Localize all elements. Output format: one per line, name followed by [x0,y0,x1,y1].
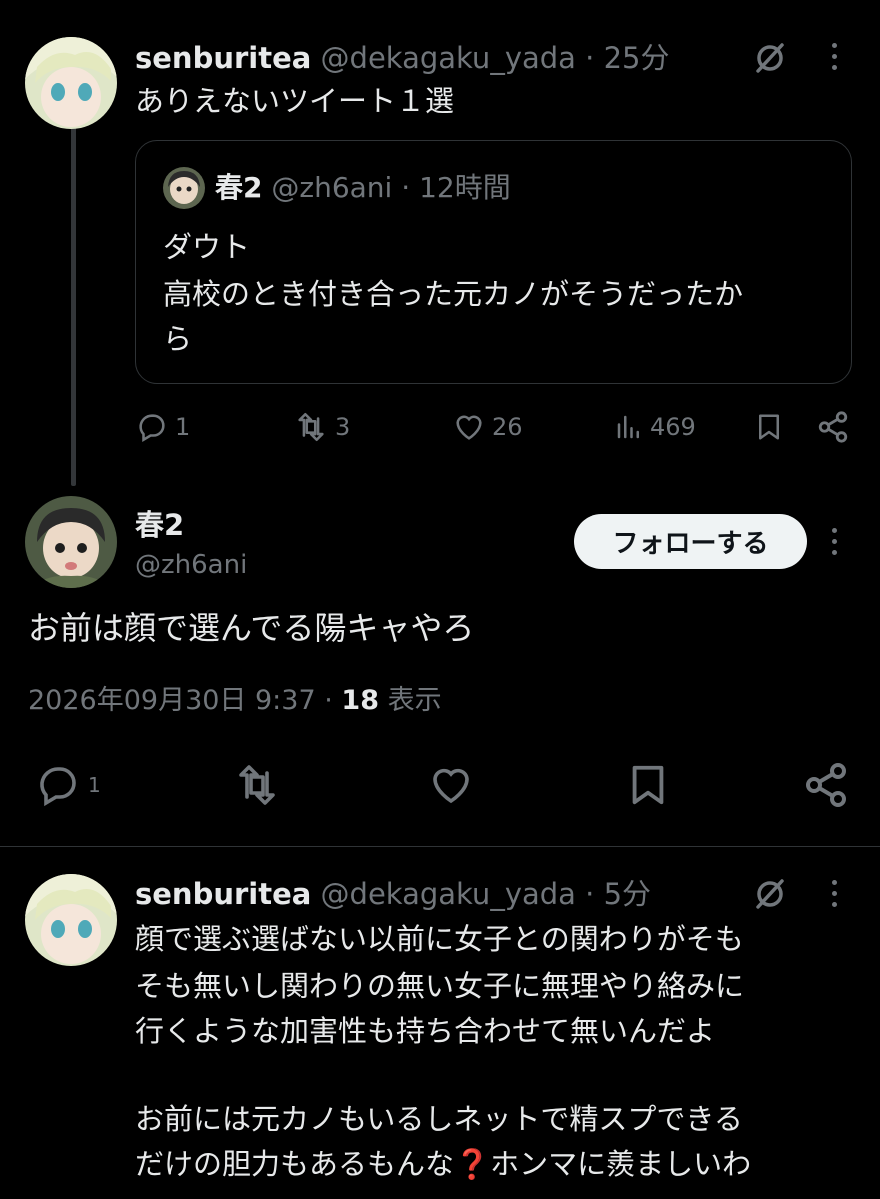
reply-icon [40,767,76,807]
bookmark-button[interactable] [754,410,784,444]
quote-header: 春2 @zh6ani · 12時間 [215,171,511,204]
bookmark-icon [759,414,779,440]
views-icon [617,415,639,439]
quote-author-name: 春2 [215,171,263,204]
avatar-senburitea[interactable] [25,874,117,966]
avatar-senburitea[interactable] [25,37,117,129]
reply-count: 1 [88,773,101,797]
grok-icon[interactable] [752,876,788,916]
share-icon [818,411,848,443]
share-icon [806,763,846,807]
quote-timestamp: 12時間 [419,171,511,204]
quote-line: ダウト [163,230,251,264]
timestamp[interactable]: 5分 [604,877,651,911]
quote-avatar [163,167,205,209]
avatar-zh6ani[interactable] [25,496,117,588]
tweet-date[interactable]: 2026年09月30日 9:37 [28,685,316,716]
like-count: 26 [492,413,523,441]
like-button[interactable]: 26 [452,410,523,444]
more-icon[interactable] [830,528,838,555]
tweet-line: 顔で選ぶ選ばない以前に女子との関わりがそも [135,922,744,956]
share-button[interactable] [802,761,850,809]
tweet-line: お前には元カノもいるしネットで精スプできる [135,1102,743,1136]
reply-button[interactable]: 1 [135,410,190,444]
views-count: 18 [341,685,379,716]
timestamp[interactable]: 25分 [604,41,670,75]
retweet-icon [239,765,275,805]
tweet-line: そも無いし関わりの無い女子に無理やり絡みに [135,969,745,1003]
bookmark-icon [632,765,664,805]
retweet-button[interactable] [232,761,282,809]
retweet-button[interactable]: 3 [293,410,350,444]
bookmark-button[interactable] [625,761,671,809]
divider [0,846,880,847]
quote-author-handle: @zh6ani [271,171,393,204]
tweet-text: ありえないツイート１選 [135,84,455,118]
views-button[interactable]: 469 [614,410,696,444]
reply-icon [139,414,165,443]
like-button[interactable] [427,761,475,809]
tweet-text: お前は顔で選んでる陽キャやろ [28,609,475,647]
heart-icon [456,415,482,440]
more-icon[interactable] [830,880,838,907]
reply-button[interactable]: 1 [34,761,101,809]
retweet-icon [298,412,324,442]
author-name[interactable]: 春2 [135,502,184,544]
reply-count: 1 [175,413,191,441]
views-count: 469 [650,413,696,441]
share-button[interactable] [816,410,850,444]
author-name[interactable]: senburitea [135,877,311,911]
author-handle[interactable]: @dekagaku_yada [321,41,576,75]
tweet-line: 行くような加害性も持ち合わせて無いんだよ [135,1014,716,1048]
author-handle[interactable]: @dekagaku_yada [321,877,576,911]
views-label: 表示 [387,685,442,716]
quote-line: 高校のとき付き合った元カノがそうだったか [163,277,744,311]
heart-icon [433,768,469,804]
more-icon[interactable] [830,43,838,70]
author-name[interactable]: senburitea [135,41,311,75]
tweet-line: だけの胆力もあるもんな❓ホンマに羨ましいわ [135,1147,752,1181]
follow-button[interactable]: フォローする [574,514,807,569]
tweet-meta: 2026年09月30日 9:37 · 18 表示 [28,685,442,716]
author-handle[interactable]: @zh6ani [135,550,247,580]
grok-icon[interactable] [752,40,788,80]
quote-line: ら [163,322,193,356]
retweet-count: 3 [335,413,351,441]
tweet1-header: senburitea @dekagaku_yada · 25分 [135,41,670,75]
tweet3-header: senburitea @dekagaku_yada · 5分 [135,877,652,911]
thread-line [71,126,76,486]
